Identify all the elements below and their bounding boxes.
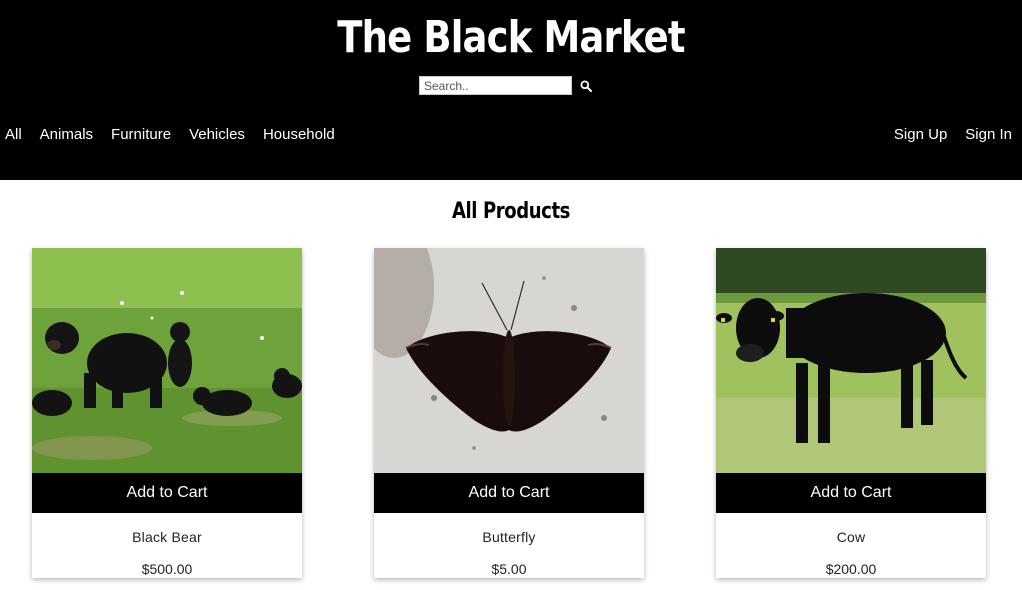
product-price: $5.00	[491, 561, 527, 577]
add-to-cart-button[interactable]: Add to Cart	[374, 473, 644, 513]
search-icon[interactable]	[579, 79, 593, 93]
black-bear-photo[interactable]	[32, 248, 302, 473]
page-title: All Products	[451, 199, 571, 224]
product-name: Butterfly	[482, 529, 536, 545]
product-card-cow: Add to Cart Cow $200.00	[716, 248, 986, 578]
product-name: Cow	[836, 529, 866, 545]
account-nav: Sign Up Sign In	[876, 126, 1012, 143]
nav-animals[interactable]: Animals	[40, 126, 93, 143]
search-bar	[419, 76, 593, 95]
sign-in-link[interactable]: Sign In	[965, 126, 1012, 143]
butterfly-photo[interactable]	[374, 248, 644, 473]
search-input[interactable]	[419, 76, 572, 95]
nav-household[interactable]: Household	[263, 126, 335, 143]
cow-photo[interactable]	[716, 248, 986, 473]
sign-up-link[interactable]: Sign Up	[894, 126, 947, 143]
site-title: The Black Market	[337, 12, 685, 63]
category-nav: All Animals Furniture Vehicles Household	[5, 126, 353, 143]
product-card-butterfly: Add to Cart Butterfly $5.00	[374, 248, 644, 578]
site-header: The Black Market All Animals Furniture V…	[0, 0, 1022, 180]
nav-furniture[interactable]: Furniture	[111, 126, 171, 143]
add-to-cart-button[interactable]: Add to Cart	[716, 473, 986, 513]
product-name: Black Bear	[132, 529, 202, 545]
product-price: $500.00	[141, 561, 193, 577]
product-price: $200.00	[825, 561, 877, 577]
nav-vehicles[interactable]: Vehicles	[189, 126, 245, 143]
add-to-cart-button[interactable]: Add to Cart	[32, 473, 302, 513]
product-card-black-bear: Add to Cart Black Bear $500.00	[32, 248, 302, 578]
nav-all[interactable]: All	[5, 126, 22, 143]
